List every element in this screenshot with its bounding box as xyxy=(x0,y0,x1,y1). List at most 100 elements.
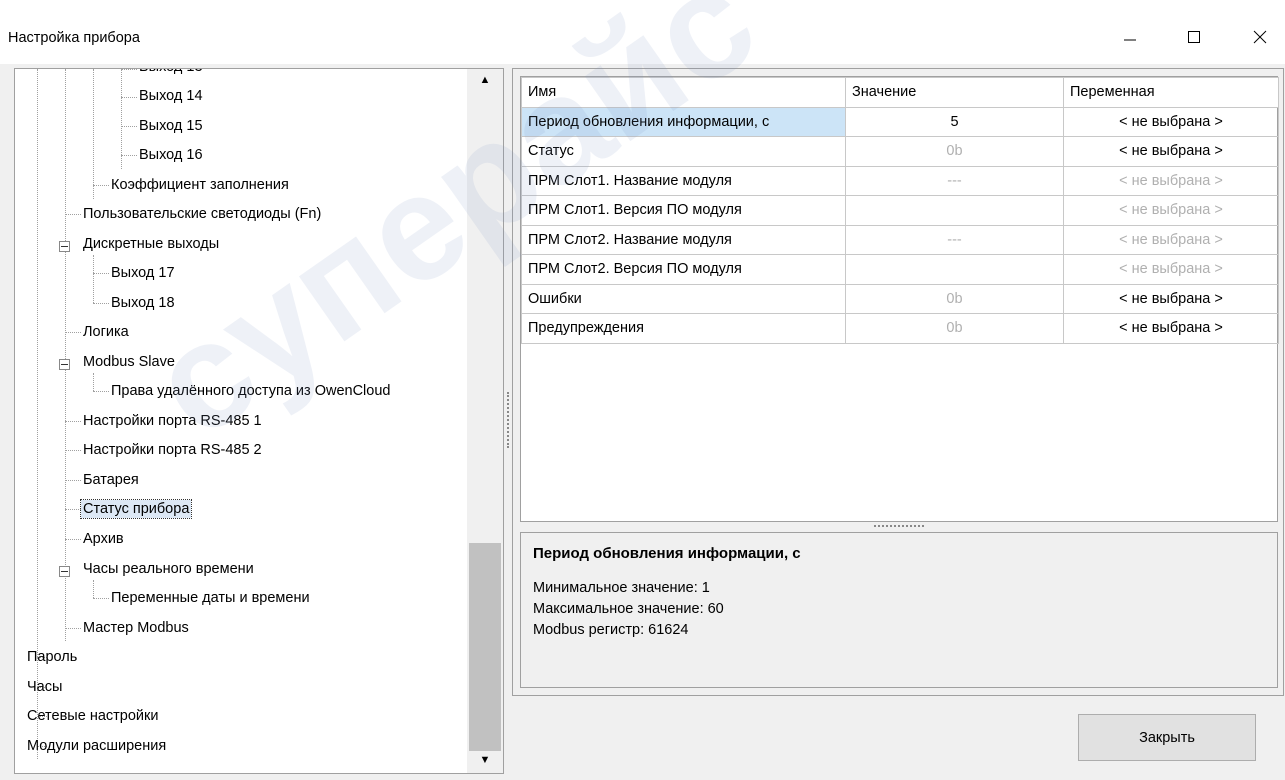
row-value: --- xyxy=(845,224,1064,255)
collapse-icon[interactable] xyxy=(59,359,70,370)
tree-line xyxy=(93,273,109,274)
properties-grid[interactable]: Имя Значение Переменная Период обновлени… xyxy=(520,76,1279,522)
table-row[interactable]: Период обновления информации, с 5 < не в… xyxy=(521,106,1279,137)
tree-item-rs485-port-1[interactable]: Настройки порта RS-485 1 xyxy=(81,408,264,434)
tree-item-datetime-vars[interactable]: Переменные даты и времени xyxy=(109,585,312,611)
tree-item-output-17[interactable]: Выход 17 xyxy=(109,260,177,286)
row-value: 0b xyxy=(845,283,1064,314)
tree-item-network[interactable]: Сетевые настройки xyxy=(25,703,160,729)
row-value: 0b xyxy=(845,313,1064,344)
tree-item-device-status[interactable]: Статус прибора xyxy=(79,496,193,522)
row-variable: < не выбрана > xyxy=(1063,195,1279,226)
horizontal-splitter[interactable] xyxy=(874,525,924,527)
row-name[interactable]: ПРМ Слот1. Версия ПО модуля xyxy=(521,195,846,226)
row-variable[interactable]: < не выбрана > xyxy=(1063,106,1279,137)
settings-tree[interactable]: Выход 13 Выход 14 Выход 15 Выход 16 Коэф… xyxy=(14,68,504,774)
row-variable: < не выбрана > xyxy=(1063,224,1279,255)
collapse-icon[interactable] xyxy=(59,566,70,577)
tree-item-output-13[interactable]: Выход 13 xyxy=(137,69,205,80)
description-min: Минимальное значение: 1 xyxy=(533,580,710,596)
tree-item-output-16[interactable]: Выход 16 xyxy=(137,142,205,168)
tree-item-output-18[interactable]: Выход 18 xyxy=(109,290,177,316)
row-value: --- xyxy=(845,165,1064,196)
tree-line xyxy=(121,97,137,98)
row-value: 0b xyxy=(845,136,1064,167)
tree-line xyxy=(93,303,109,304)
scroll-down-icon[interactable]: ▼ xyxy=(467,749,503,771)
row-variable[interactable]: < не выбрана > xyxy=(1063,136,1279,167)
tree-line xyxy=(93,255,94,303)
scroll-up-icon[interactable]: ▲ xyxy=(467,69,503,91)
window-title: Настройка прибора xyxy=(8,30,140,46)
row-name[interactable]: Статус xyxy=(521,136,846,167)
grid-header: Имя Значение Переменная xyxy=(521,77,1279,108)
row-name[interactable]: Период обновления информации, с xyxy=(521,106,846,137)
column-header-name[interactable]: Имя xyxy=(521,77,846,108)
tree-item-password[interactable]: Пароль xyxy=(25,644,79,670)
close-button[interactable]: Закрыть xyxy=(1078,714,1256,761)
collapse-icon[interactable] xyxy=(59,241,70,252)
table-row[interactable]: ПРМ Слот2. Название модуля --- < не выбр… xyxy=(521,224,1279,255)
description-title: Период обновления информации, с xyxy=(533,545,801,562)
row-name[interactable]: ПРМ Слот2. Версия ПО модуля xyxy=(521,254,846,285)
row-value xyxy=(845,254,1064,285)
table-row[interactable]: ПРМ Слот1. Название модуля --- < не выбр… xyxy=(521,165,1279,196)
tree-line xyxy=(65,539,81,540)
row-variable: < не выбрана > xyxy=(1063,165,1279,196)
tree-item-owencloud-rights[interactable]: Права удалённого доступа из OwenCloud xyxy=(109,378,392,404)
tree-item-output-14[interactable]: Выход 14 xyxy=(137,83,205,109)
row-variable: < не выбрана > xyxy=(1063,254,1279,285)
row-name[interactable]: ПРМ Слот1. Название модуля xyxy=(521,165,846,196)
table-row[interactable]: ПРМ Слот1. Версия ПО модуля < не выбрана… xyxy=(521,195,1279,226)
row-name[interactable]: Ошибки xyxy=(521,283,846,314)
tree-item-expansion-modules[interactable]: Модули расширения xyxy=(25,733,168,759)
tree-line xyxy=(65,332,81,333)
tree-line xyxy=(93,598,109,599)
tree-item-archive[interactable]: Архив xyxy=(81,526,126,552)
close-icon xyxy=(1253,30,1267,44)
row-name[interactable]: Предупреждения xyxy=(521,313,846,344)
tree-item-clock[interactable]: Часы xyxy=(25,674,64,700)
tree-line xyxy=(65,628,81,629)
table-row[interactable]: Статус 0b < не выбрана > xyxy=(521,136,1279,167)
tree-item-rs485-port-2[interactable]: Настройки порта RS-485 2 xyxy=(81,437,264,463)
description-max: Максимальное значение: 60 xyxy=(533,601,724,617)
tree-line xyxy=(65,480,81,481)
table-row[interactable]: Ошибки 0b < не выбрана > xyxy=(521,283,1279,314)
tree-scrollbar[interactable]: ▲ ▼ xyxy=(467,69,503,773)
table-row[interactable]: ПРМ Слот2. Версия ПО модуля < не выбрана… xyxy=(521,254,1279,285)
tree-line xyxy=(65,450,81,451)
row-value xyxy=(845,195,1064,226)
column-header-variable[interactable]: Переменная xyxy=(1063,77,1279,108)
tree-line xyxy=(121,155,137,156)
tree-item-modbus-master[interactable]: Мастер Modbus xyxy=(81,615,191,641)
table-row[interactable]: Предупреждения 0b < не выбрана > xyxy=(521,313,1279,344)
close-window-button[interactable] xyxy=(1240,22,1280,52)
tree-line xyxy=(93,580,94,598)
column-header-value[interactable]: Значение xyxy=(845,77,1064,108)
tree-line xyxy=(65,214,81,215)
scrollbar-thumb[interactable] xyxy=(469,543,501,751)
maximize-button[interactable] xyxy=(1174,22,1214,52)
tree-line xyxy=(93,185,109,186)
tree-line xyxy=(93,69,94,199)
tree-item-output-15[interactable]: Выход 15 xyxy=(137,113,205,139)
minimize-button[interactable] xyxy=(1110,22,1150,52)
vertical-splitter[interactable] xyxy=(507,392,509,448)
tree-item-duty-cycle[interactable]: Коэффициент заполнения xyxy=(109,172,291,198)
description-register: Modbus регистр: 61624 xyxy=(533,622,689,638)
row-variable[interactable]: < не выбрана > xyxy=(1063,313,1279,344)
title-bar: Настройка прибора xyxy=(0,0,1285,64)
minimize-icon xyxy=(1124,39,1136,41)
tree-item-logic[interactable]: Логика xyxy=(81,319,131,345)
row-variable[interactable]: < не выбрана > xyxy=(1063,283,1279,314)
row-value[interactable]: 5 xyxy=(845,106,1064,137)
tree-item-modbus-slave[interactable]: Modbus Slave xyxy=(81,349,177,375)
tree-item-discrete-outputs[interactable]: Дискретные выходы xyxy=(81,231,221,257)
tree-item-rtc[interactable]: Часы реального времени xyxy=(81,556,256,582)
tree-item-user-leds[interactable]: Пользовательские светодиоды (Fn) xyxy=(81,201,323,227)
tree-item-battery[interactable]: Батарея xyxy=(81,467,141,493)
row-name[interactable]: ПРМ Слот2. Название модуля xyxy=(521,224,846,255)
tree-line xyxy=(93,391,109,392)
description-panel: Период обновления информации, с Минималь… xyxy=(520,532,1278,688)
